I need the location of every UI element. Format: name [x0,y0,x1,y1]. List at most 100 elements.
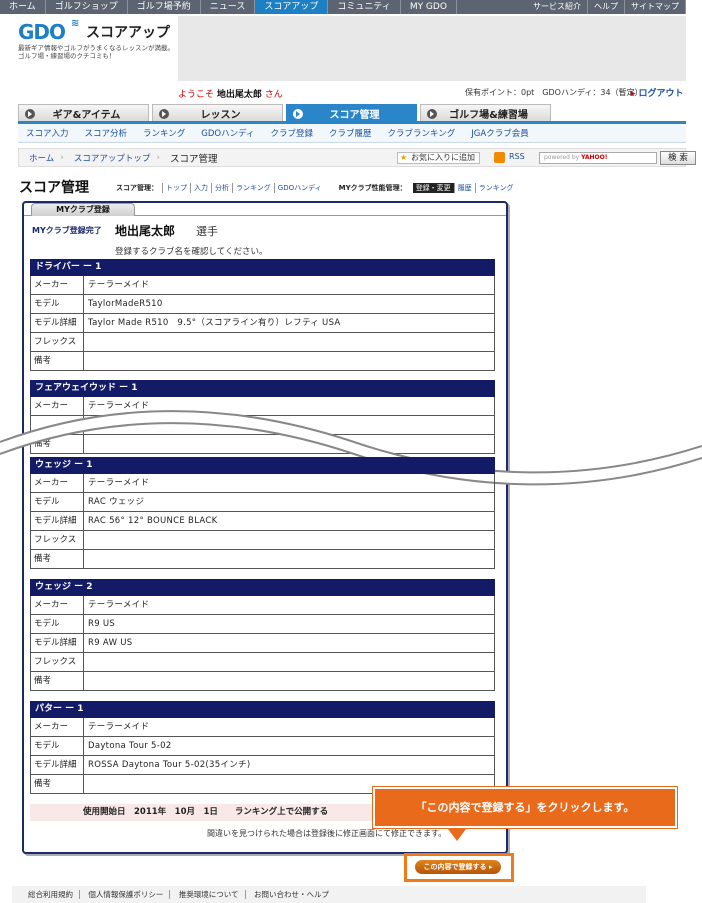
section-header: パター ー 1 [30,701,495,718]
row-value: テーラーメイド [88,600,150,610]
welcome-prefix: ようこそ [178,90,215,100]
subnav-score-input[interactable]: スコア入力 [18,127,77,139]
row-value [84,672,494,690]
nav-score-up[interactable]: スコアアップ [255,0,329,14]
row-value [84,531,494,549]
search-button[interactable]: 検 索 [660,151,696,165]
menu-history[interactable]: 履歴 [453,183,475,193]
nav-service-info[interactable]: サービス紹介 [527,0,588,14]
subnav-score-analysis[interactable]: スコア分析 [77,127,136,139]
row-value: R9 US [88,619,116,629]
yahoo-logo: YAHOO! [581,154,608,161]
nav-course-booking[interactable]: ゴルフ場予約 [128,0,201,14]
row-value [84,550,494,568]
section-wedge-2: ウェッジ ー 2 メーカー テーラーメイド モデル R9 US モデル詳細 R9 AW… [30,579,495,691]
row-key: モデル詳細 [31,314,84,332]
breadcrumb-current: スコア管理 [169,153,218,165]
nav-utility: サービス紹介 ヘルプ サイトマップ [527,0,686,14]
menu-register-change[interactable]: 登録・変更 [412,183,454,193]
menu-top[interactable]: トップ [162,183,190,193]
subnav-ranking[interactable]: ランキング [135,127,193,139]
table-row: 備考 [30,672,495,691]
row-key: モデル詳細 [31,634,84,652]
nav-news[interactable]: ニュース [201,0,256,14]
row-key: 備考 [31,352,84,370]
section-header: ウェッジ ー 2 [30,579,495,596]
menu-club-ranking[interactable]: ランキング [474,183,517,193]
menu-input[interactable]: 入力 [190,183,211,193]
nav-my-gdo[interactable]: MY GDO [401,0,457,14]
user-name: 地出尾太郎 [216,90,262,100]
logout-link[interactable]: ログアウト [631,86,684,99]
tab-courses-ranges[interactable]: ゴルフ場&練習場 [420,104,551,122]
table-row: モデル詳細 Taylor Made R510 9.5°（スコアライン有り）レフティ… [30,314,495,333]
global-nav: ホーム ゴルフショップ ゴルフ場予約 ニュース スコアアップ コミュニティ MY… [0,0,686,14]
table-row: 備考 [30,352,495,371]
row-key: メーカー [31,718,84,736]
nav-help[interactable]: ヘルプ [588,0,625,14]
register-submit-button[interactable]: この内容で登録する ▸ [415,860,501,874]
site-tagline: 最新ギア情報やゴルフがうまくなるレッスンが満載。ゴルフ場・練習場のクチコミも！ [18,44,174,60]
row-key: メーカー [31,596,84,614]
rss-link[interactable]: RSS [494,152,525,163]
row-value: テーラーメイド [88,722,150,732]
table-row: モデル TaylorMadeR510 [30,295,495,314]
page-menu: スコア管理： トップ 入力 分析 ランキング GDOハンディ MYクラブ性能管理… [116,183,516,193]
subnav-club-ranking[interactable]: クラブランキング [380,127,464,139]
footer-contact[interactable]: お問い合わせ・ヘルプ [248,890,335,899]
play-bullet-icon [159,108,169,119]
row-value: RAC 56° 12° BOUNCE BLACK [88,516,218,526]
row-value: R9 AW US [88,638,133,648]
site-title[interactable]: スコアアップ [86,22,170,42]
breadcrumb-score-up[interactable]: スコアアップトップ [64,152,157,164]
table-row: フレックス [30,333,495,352]
add-favorite-button[interactable]: お気に入りに追加 [397,152,480,164]
tab-score-management[interactable]: スコア管理 [286,104,417,122]
row-value: RAC ウェッジ [88,497,145,507]
nav-sitemap[interactable]: サイトマップ [625,0,686,14]
menu-analysis[interactable]: 分析 [211,183,232,193]
nav-golf-shop[interactable]: ゴルフショップ [46,0,128,14]
row-key: モデル詳細 [31,756,84,774]
club-menu-label: MYクラブ性能管理： [338,184,407,192]
search-input[interactable]: powered by YAHOO! [539,152,657,164]
tab-lesson[interactable]: レッスン [152,104,283,122]
section-wedge-1: ウェッジ ー 1 メーカー テーラーメイド モデル RAC ウェッジ モデル詳細 RA… [30,457,495,569]
row-key: フレックス [31,653,84,671]
correction-note: 間違いを見つけられた場合は登録後に修正画面にて修正できます。 [207,829,447,838]
nav-home[interactable]: ホーム [0,0,46,14]
tab-gear-items[interactable]: ギア&アイテム [18,104,149,122]
page-title: スコア管理 [19,180,89,196]
footer-terms[interactable]: 総合利用規約 [22,890,80,899]
subnav-club-register[interactable]: クラブ登録 [263,127,322,139]
subnav-jga-member[interactable]: JGAクラブ会員 [463,127,536,139]
subnav-club-history[interactable]: クラブ履歴 [321,127,380,139]
category-tabs: ギア&アイテム レッスン スコア管理 ゴルフ場&練習場 [18,104,686,122]
breadcrumb-home[interactable]: ホーム [19,152,60,164]
points-status: 保有ポイント：0pt GDOハンディ：34（暫定） [465,88,643,97]
row-key: 備考 [31,672,84,690]
player-name: 地出尾太郎 [115,224,176,238]
gdo-logo[interactable]: GDO [18,20,66,44]
subnav-gdo-handicap[interactable]: GDOハンディ [193,127,262,139]
table-row: モデル R9 US [30,615,495,634]
table-row: 備考 [30,550,495,569]
row-value [84,352,494,370]
row-key: モデル [31,295,84,313]
row-value: テーラーメイド [88,280,150,290]
menu-handicap[interactable]: GDOハンディ [273,183,325,193]
row-value: Taylor Made R510 9.5°（スコアライン有り）レフティ USA [88,318,341,328]
confirm-message: 登録するクラブ名を確認してください。 [115,247,268,257]
footer-privacy[interactable]: 個人情報保護ポリシー [82,890,171,899]
footer-environment[interactable]: 推奨環境について [172,890,246,899]
menu-ranking[interactable]: ランキング [232,183,274,193]
table-row: メーカー テーラーメイド [30,474,495,493]
table-row: モデル詳細 ROSSA Daytona Tour 5-02(35インチ) [30,756,495,775]
nav-community[interactable]: コミュニティ [328,0,401,14]
play-bullet-icon [293,108,303,119]
search-placeholder: powered by [544,154,580,161]
welcome-suffix: さん [264,90,283,100]
table-row: メーカー テーラーメイド [30,276,495,295]
row-value: ROSSA Daytona Tour 5-02(35インチ) [88,760,251,770]
row-key: モデル [31,615,84,633]
